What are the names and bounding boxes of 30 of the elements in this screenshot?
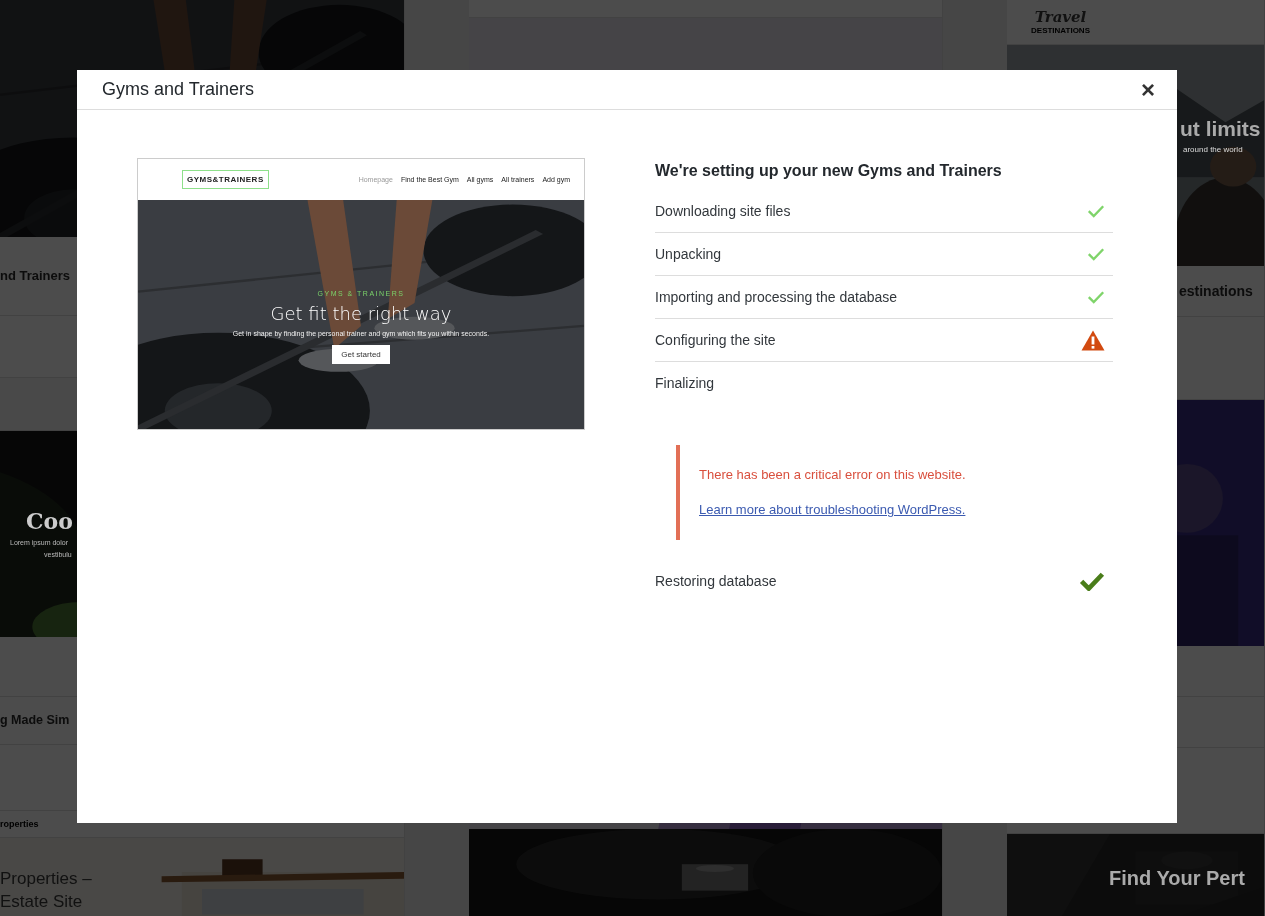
card-title: nd Trainers bbox=[0, 268, 71, 284]
dialog-title: Gyms and Trainers bbox=[102, 79, 255, 100]
check-icon bbox=[1087, 289, 1105, 305]
warning-icon bbox=[1081, 329, 1105, 351]
close-button[interactable]: × bbox=[1137, 77, 1159, 102]
step-label: Downloading site files bbox=[655, 203, 791, 219]
step-label: Importing and processing the database bbox=[655, 289, 898, 305]
picture-heading: ut limits bbox=[1180, 116, 1261, 142]
setup-heading: We're setting up your new Gyms and Trainers bbox=[655, 162, 1003, 180]
picture-text: around the world bbox=[1183, 145, 1243, 155]
picture-heading: Estate Site bbox=[0, 891, 84, 912]
picture-heading: Coo bbox=[26, 508, 73, 535]
error-message: There has been a critical error on this website. bbox=[699, 467, 967, 482]
hero-heading: Get fit the right way bbox=[270, 302, 452, 324]
card-title: g Made Sim bbox=[0, 713, 70, 728]
check-icon bbox=[1087, 203, 1105, 219]
check-icon bbox=[1079, 570, 1105, 592]
troubleshooting-link[interactable]: Learn more about troubleshooting WordPress. bbox=[699, 502, 966, 517]
card-header-text: roperties bbox=[0, 818, 39, 830]
logo-subtext: DESTINATIONS bbox=[1031, 26, 1090, 36]
picture-heading: Properties – bbox=[0, 869, 93, 890]
card-title: estinations bbox=[1179, 282, 1253, 300]
logo-text: Travel bbox=[1034, 8, 1087, 27]
step-label: Finalizing bbox=[655, 375, 715, 391]
site-logo: GYMS&TRAINERS bbox=[182, 170, 269, 189]
check-icon bbox=[1087, 246, 1105, 262]
step-label: Configuring the site bbox=[655, 332, 776, 348]
picture-heading: Find Your Pert bbox=[1109, 866, 1245, 890]
step-label: Restoring database bbox=[655, 573, 777, 589]
step-label: Unpacking bbox=[655, 246, 722, 262]
